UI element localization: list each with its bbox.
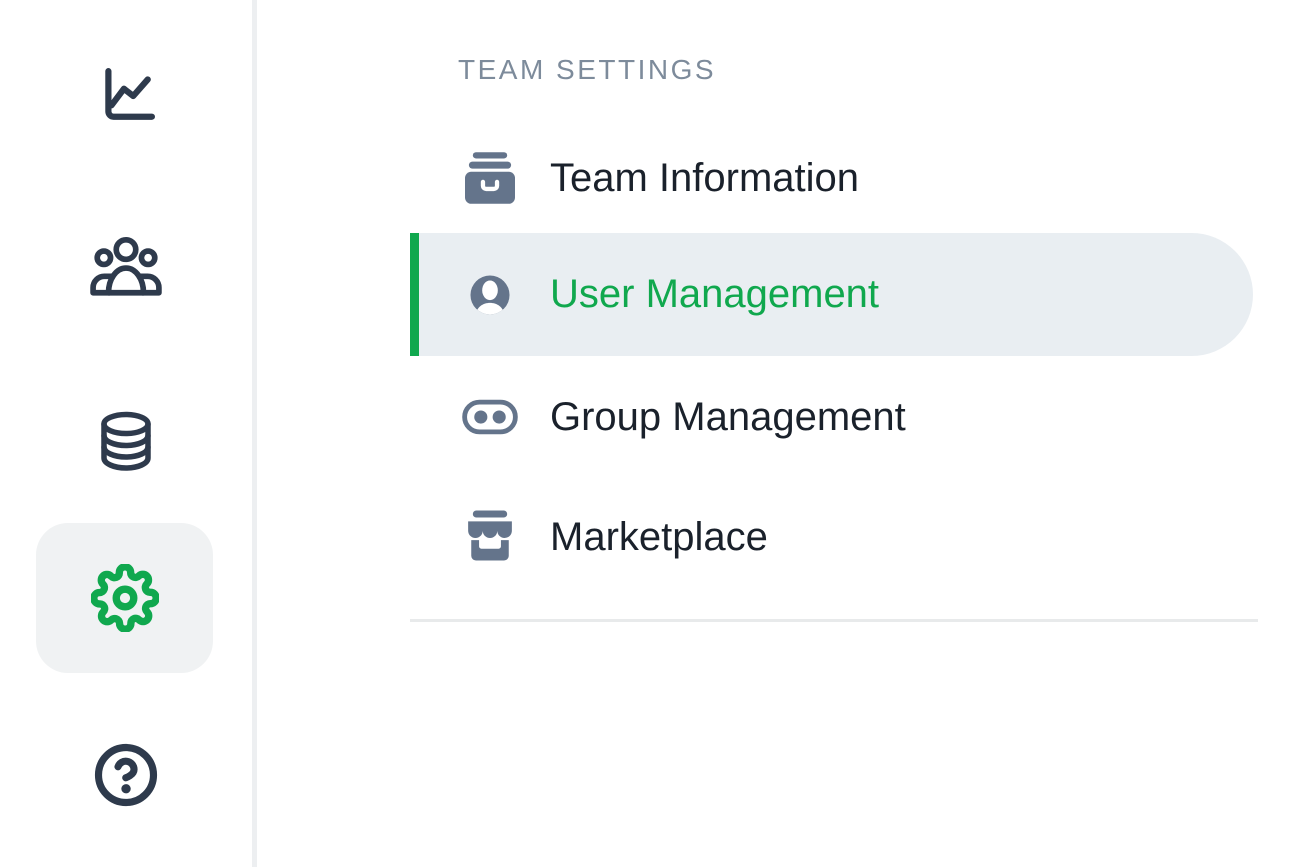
menu-item-user-management[interactable]: User Management [410,233,1253,356]
menu-item-label: Team Information [550,156,859,201]
sidebar-item-help[interactable] [0,741,252,809]
app-window: TEAM SETTINGS Team Information [0,0,1291,867]
menu-item-label: User Management [550,272,879,317]
user-circle-icon [462,267,518,323]
users-icon [90,235,162,297]
sidebar-item-data[interactable] [0,408,252,480]
sidebar-item-analytics[interactable] [0,66,252,126]
team-settings-panel: TEAM SETTINGS Team Information [257,0,1291,867]
sidebar-item-settings[interactable] [36,523,213,673]
sidebar-item-members[interactable] [0,233,252,299]
database-icon [97,410,155,478]
menu-divider [410,619,1258,622]
group-toggle-icon [462,389,518,445]
icon-sidebar [0,0,257,867]
section-title: TEAM SETTINGS [458,54,716,86]
menu-item-label: Group Management [550,395,906,440]
menu-item-label: Marketplace [550,515,768,560]
help-circle-icon [93,742,159,808]
menu-item-team-information[interactable]: Team Information [410,118,1253,238]
menu-item-group-management[interactable]: Group Management [410,357,1253,477]
line-chart-icon [97,67,155,125]
menu-item-marketplace[interactable]: Marketplace [410,477,1253,597]
gear-icon [91,564,159,632]
storefront-icon [462,509,518,565]
archive-box-icon [462,150,518,206]
